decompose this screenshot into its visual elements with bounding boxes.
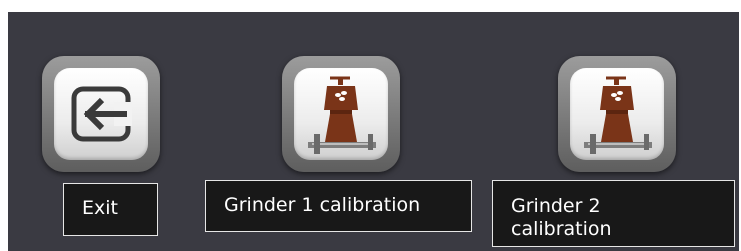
exit-icon	[54, 68, 148, 160]
exit-label[interactable]: Exit	[63, 183, 158, 236]
grinder-2-calibration-label[interactable]: Grinder 2 calibration	[492, 180, 735, 247]
grinder-calibration-icon	[294, 68, 388, 160]
exit-button[interactable]	[42, 56, 160, 172]
grinder-1-calibration-label[interactable]: Grinder 1 calibration	[205, 180, 472, 232]
grinder-2-calibration-button[interactable]	[558, 56, 676, 172]
grinder-calibration-icon	[570, 68, 664, 160]
grinder-1-calibration-button[interactable]	[282, 56, 400, 172]
